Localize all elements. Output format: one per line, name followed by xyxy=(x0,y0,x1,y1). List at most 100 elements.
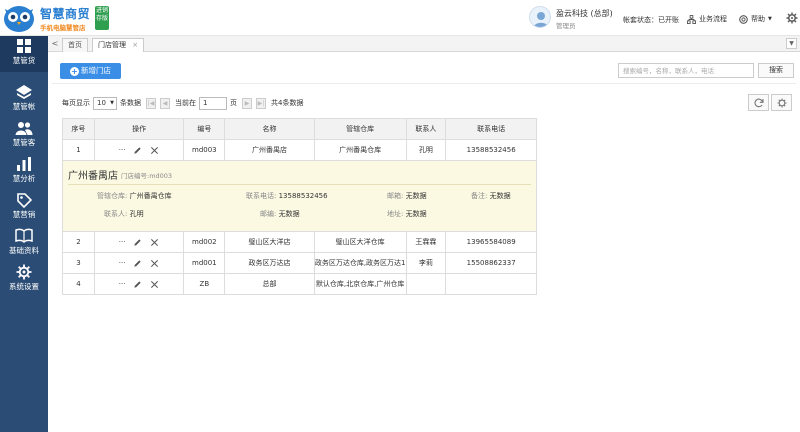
cell-warehouse: 政务区万达仓库,政务区万达1 xyxy=(313,252,407,274)
more-icon[interactable]: ··· xyxy=(119,280,126,288)
column-header[interactable]: 编号 xyxy=(183,118,226,140)
brand-title: 智慧商贸 xyxy=(40,7,91,21)
current-page-label: 当前在 xyxy=(175,99,196,107)
business-flow-label: 业务流程 xyxy=(699,15,727,23)
sidebar-item-analysis[interactable]: 慧分析 xyxy=(0,154,48,190)
detail-title: 广州番禺店 xyxy=(68,171,118,182)
delete-icon[interactable] xyxy=(150,146,159,155)
delete-icon[interactable] xyxy=(150,238,159,247)
edit-icon[interactable] xyxy=(133,259,142,268)
column-settings-button[interactable] xyxy=(771,94,792,111)
close-icon[interactable]: × xyxy=(132,41,138,49)
column-header[interactable]: 联系电话 xyxy=(445,118,537,140)
tab-label: 门店管理 xyxy=(98,41,126,49)
book-icon xyxy=(15,228,33,244)
page-number-input[interactable]: 1 xyxy=(199,96,227,110)
column-header[interactable]: 序号 xyxy=(62,118,95,140)
cell-index: 4 xyxy=(62,273,95,295)
sidebar-item-marketing[interactable]: 慧营销 xyxy=(0,190,48,226)
search-button[interactable]: 搜索 xyxy=(758,63,794,78)
sidebar-item-label: 慧营销 xyxy=(12,210,36,219)
cell-contact: 李莉 xyxy=(405,252,447,274)
cell-ops: ··· xyxy=(93,139,185,161)
sidebar-item-goods[interactable]: 慧管货 xyxy=(0,36,48,72)
column-header[interactable]: 联系人 xyxy=(405,118,447,140)
column-header: 操作 xyxy=(93,118,185,140)
business-flow-link[interactable]: 业务流程 xyxy=(687,14,727,24)
edit-icon[interactable] xyxy=(133,146,142,155)
company-avatar[interactable] xyxy=(529,6,551,28)
divider xyxy=(68,184,531,185)
per-page-label: 每页显示 xyxy=(62,99,90,107)
sidebar-item-ledger[interactable]: 慧管帐 xyxy=(0,82,48,118)
cell-name: 总部 xyxy=(224,273,315,295)
search-input[interactable] xyxy=(618,63,754,78)
table-detail-row: 广州番禺店 门店编号:md003 管辖仓库: 广州番禺仓库 联系电话: 1358… xyxy=(62,160,537,232)
help-icon xyxy=(739,14,748,24)
first-page-button[interactable]: |◀ xyxy=(146,97,156,109)
cell-index: 2 xyxy=(62,231,95,253)
bar-chart-icon xyxy=(17,157,31,171)
delete-icon[interactable] xyxy=(150,280,159,289)
table-row[interactable]: 1 ··· md003 广州番禺店 广州番禺仓库 孔明 13588532456 xyxy=(62,139,537,161)
per-page-select[interactable]: 10 ▼ xyxy=(93,96,117,110)
cell-phone xyxy=(445,273,537,295)
cell-code: md002 xyxy=(183,231,226,253)
tab-label: 首页 xyxy=(68,41,82,49)
chevron-down-icon[interactable]: ▼ xyxy=(786,38,797,49)
ledger-icon xyxy=(16,85,32,99)
more-icon[interactable]: ··· xyxy=(119,238,126,246)
table-row[interactable]: 3 ··· md001 政务区万达店 政务区万达仓库,政务区万达1 李莉 155… xyxy=(62,252,537,274)
tab-back-button[interactable]: < xyxy=(50,38,60,50)
sidebar: 慧管货 慧管帐 慧管客 慧分析 慧营销 基础资料 系统设置 xyxy=(0,36,48,432)
add-store-button[interactable]: + 新增门店 xyxy=(60,63,121,79)
plus-icon: + xyxy=(70,67,79,76)
table-header-row: 序号 操作 编号 名称 管辖仓库 联系人 联系电话 xyxy=(62,118,537,140)
help-menu[interactable]: 帮助 ▼ xyxy=(739,14,772,24)
cell-phone: 13965584089 xyxy=(445,231,537,253)
more-icon[interactable]: ··· xyxy=(119,146,126,154)
column-header[interactable]: 管辖仓库 xyxy=(313,118,407,140)
refresh-button[interactable] xyxy=(748,94,769,111)
gear-icon[interactable] xyxy=(786,12,798,24)
tab-bar: < 首页 门店管理 × ▼ xyxy=(48,36,800,52)
column-header[interactable]: 名称 xyxy=(224,118,315,140)
cell-contact: 王霖霖 xyxy=(405,231,447,253)
cell-code: md001 xyxy=(183,252,226,274)
detail-email: 邮箱: 无数据 xyxy=(387,192,427,200)
sidebar-item-basic-data[interactable]: 基础资料 xyxy=(0,226,48,262)
edit-icon[interactable] xyxy=(133,280,142,289)
edit-icon[interactable] xyxy=(133,238,142,247)
cell-index: 3 xyxy=(62,252,95,274)
cell-warehouse: 广州番禺仓库 xyxy=(313,139,407,161)
sidebar-item-settings[interactable]: 系统设置 xyxy=(0,262,48,298)
company-name[interactable]: 盈云科技 (总部) xyxy=(556,8,613,19)
cell-ops: ··· xyxy=(93,273,185,295)
tab-store-management[interactable]: 门店管理 × xyxy=(92,38,145,52)
last-page-button[interactable]: ▶| xyxy=(256,97,266,109)
prev-page-button[interactable]: ◀ xyxy=(160,97,170,109)
table-row[interactable]: 4 ··· ZB 总部 默认仓库,北京仓库,广州仓库 xyxy=(62,273,537,295)
next-page-button[interactable]: ▶ xyxy=(242,97,252,109)
brand-logo[interactable]: 智慧商贸 手机电脑慧管店 进销 存版 xyxy=(2,3,110,33)
detail-remark: 备注: 无数据 xyxy=(471,192,511,200)
box-icon xyxy=(17,39,31,53)
delete-icon[interactable] xyxy=(150,259,159,268)
owl-logo-icon xyxy=(4,6,34,32)
sidebar-item-label: 慧分析 xyxy=(12,174,36,183)
cell-contact: 孔明 xyxy=(405,139,447,161)
cell-ops: ··· xyxy=(93,252,185,274)
users-icon xyxy=(15,122,33,135)
tag-icon xyxy=(17,193,32,208)
tab-home[interactable]: 首页 xyxy=(62,38,88,52)
gear-icon xyxy=(16,264,32,280)
chevron-down-icon: ▼ xyxy=(110,99,114,106)
sidebar-item-customers[interactable]: 慧管客 xyxy=(0,118,48,154)
cell-index: 1 xyxy=(62,139,95,161)
table-row[interactable]: 2 ··· md002 璧山区大洋店 璧山区大洋仓库 王霖霖 139655840… xyxy=(62,231,537,253)
help-label: 帮助 xyxy=(751,15,765,23)
detail-contact: 联系人: 孔明 xyxy=(104,210,144,218)
cell-warehouse: 璧山区大洋仓库 xyxy=(313,231,407,253)
more-icon[interactable]: ··· xyxy=(119,259,126,267)
detail-address: 地址: 无数据 xyxy=(387,210,427,218)
